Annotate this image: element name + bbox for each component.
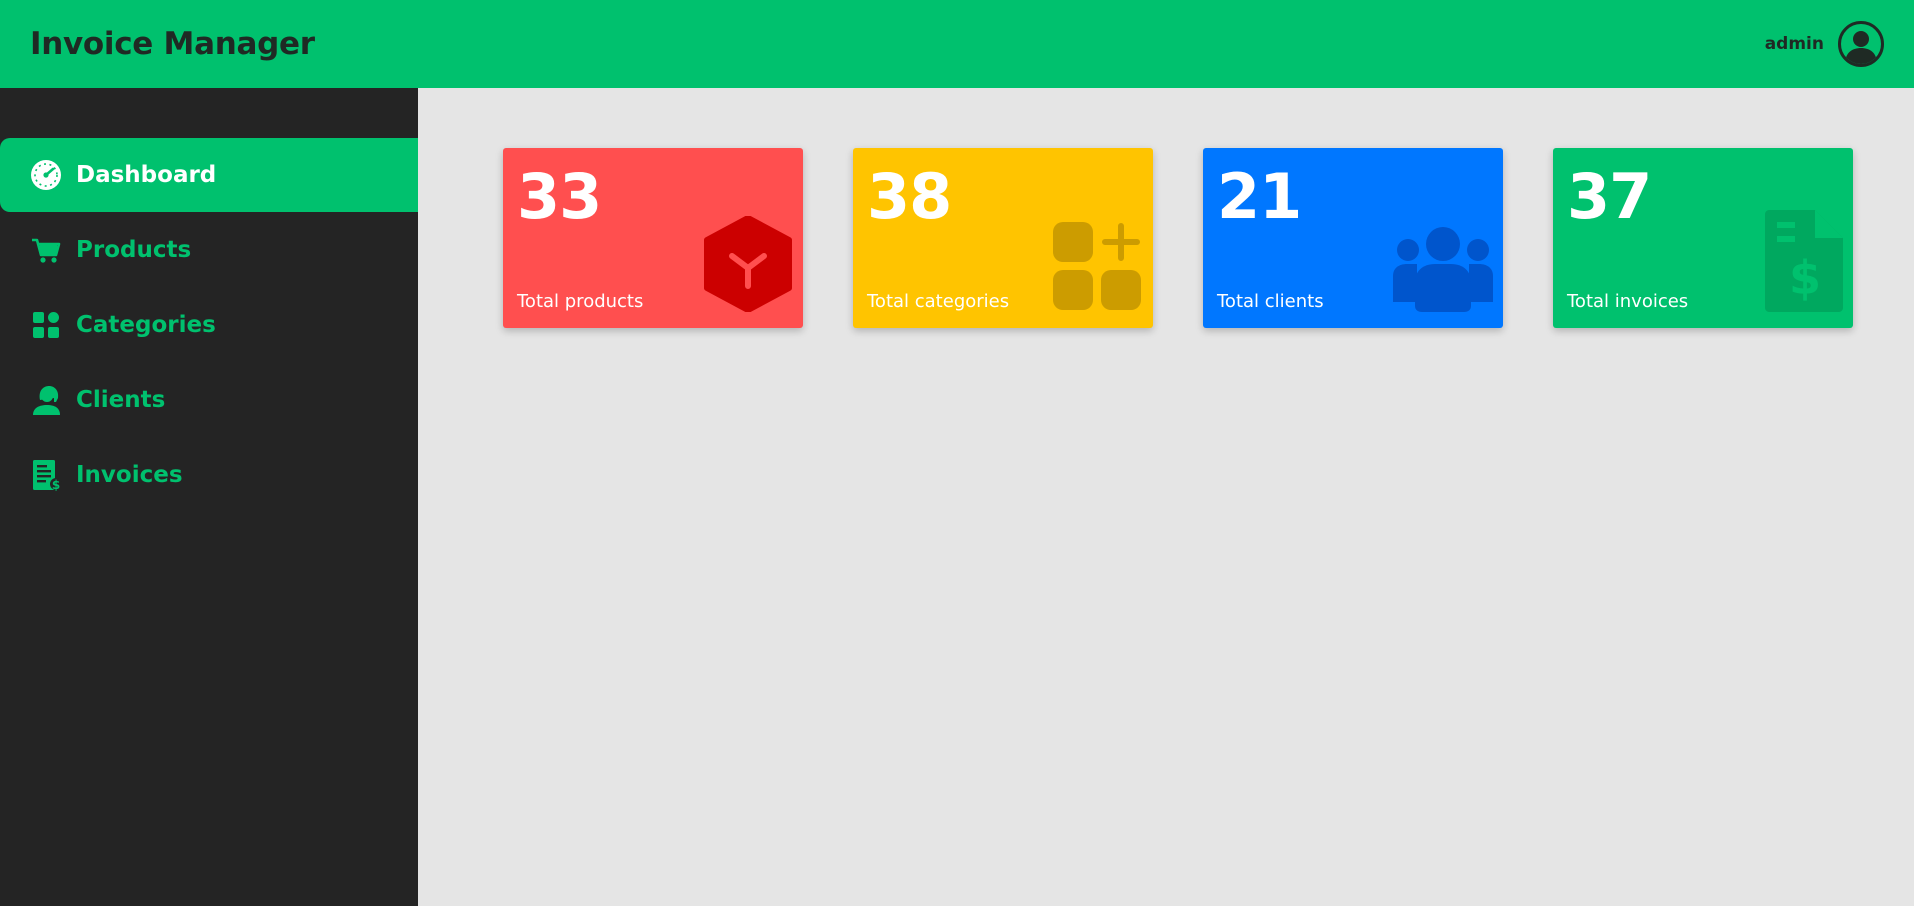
client-icon [30, 384, 62, 416]
sidebar-item-clients[interactable]: Clients [0, 363, 418, 437]
sidebar-item-label: Products [76, 237, 192, 263]
username[interactable]: admin [1765, 34, 1824, 54]
stat-label: Total invoices [1567, 291, 1689, 312]
user-avatar-icon[interactable] [1838, 21, 1884, 67]
stat-card-products[interactable]: 33 Total products [503, 148, 803, 328]
sidebar-item-products[interactable]: Products [0, 213, 418, 287]
stat-label: Total categories [867, 291, 1010, 312]
grid-icon [30, 309, 62, 341]
speedometer-icon [30, 159, 62, 191]
sidebar-item-categories[interactable]: Categories [0, 288, 418, 362]
main-content: 33 Total products 38 Total categories 21… [418, 88, 1914, 906]
sidebar-item-dashboard[interactable]: Dashboard [0, 138, 418, 212]
sidebar-item-label: Clients [76, 387, 166, 413]
sidebar-item-invoices[interactable]: $ Invoices [0, 438, 418, 512]
cart-icon [30, 234, 62, 266]
stat-card-invoices[interactable]: 37 Total invoices $ [1553, 148, 1853, 328]
invoice-dollar-icon: $ [1765, 210, 1843, 316]
top-header: Invoice Manager admin [0, 0, 1914, 88]
stat-card-clients[interactable]: 21 Total clients [1203, 148, 1503, 328]
sidebar-item-label: Dashboard [76, 162, 217, 188]
stat-value: 21 [1217, 160, 1302, 233]
sidebar-item-label: Invoices [76, 462, 183, 488]
app-title: Invoice Manager [30, 26, 315, 62]
sidebar-item-label: Categories [76, 312, 216, 338]
svg-text:$: $ [1789, 251, 1821, 305]
users-icon [1393, 226, 1493, 316]
box-icon [703, 215, 793, 316]
sidebar: Dashboard Products Categories Clients $ … [0, 88, 418, 906]
stat-label: Total products [517, 291, 644, 312]
svg-text:$: $ [52, 478, 60, 491]
invoice-icon: $ [30, 459, 62, 491]
stat-card-categories[interactable]: 38 Total categories [853, 148, 1153, 328]
add-grid-icon [1051, 220, 1143, 316]
user-area[interactable]: admin [1765, 21, 1884, 67]
stat-label: Total clients [1217, 291, 1324, 312]
